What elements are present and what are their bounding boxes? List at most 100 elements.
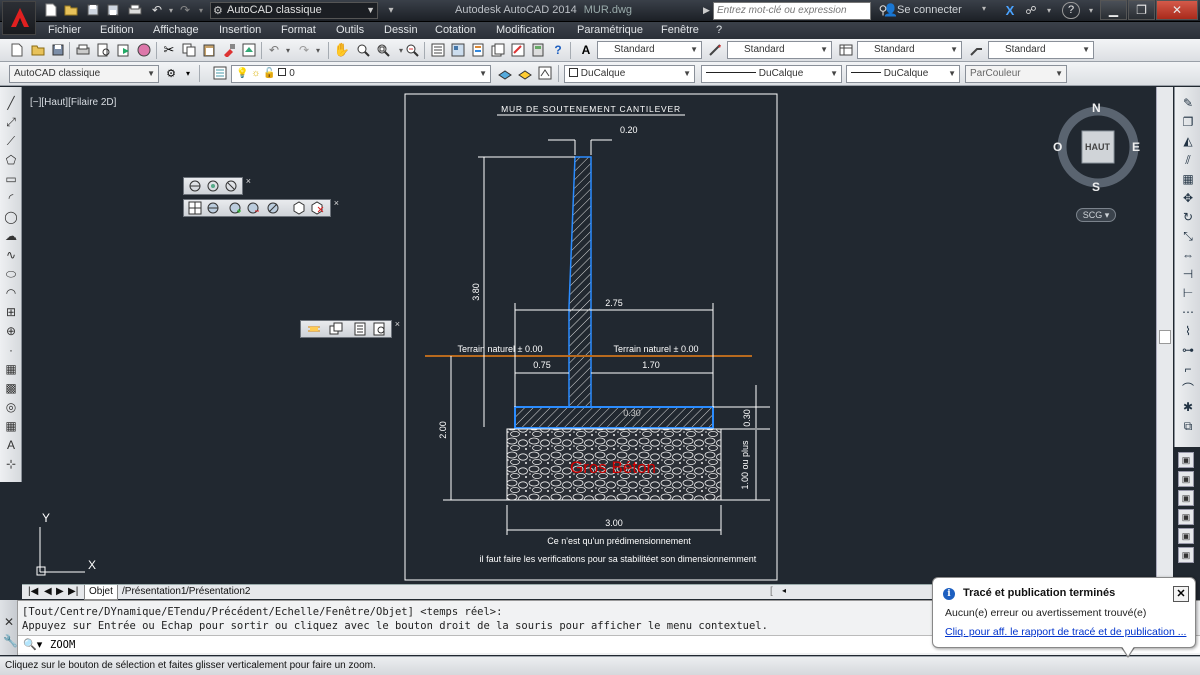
viewport-controls[interactable]: [−][Haut][Filaire 2D] (30, 97, 116, 108)
rotate-icon[interactable]: ↻ (1180, 209, 1196, 225)
list-icon[interactable] (353, 322, 367, 336)
3d-dwf-icon[interactable] (136, 42, 152, 58)
next-tab-icon[interactable]: ▶ (56, 586, 64, 597)
linetype-select[interactable]: DuCalque ▼ (701, 65, 842, 83)
sign-in-dropdown-icon[interactable]: ▾ (982, 4, 986, 13)
redo-dropdown-icon[interactable]: ▾ (194, 3, 208, 17)
prev-tab-icon[interactable]: ◀ (44, 586, 52, 597)
join-icon[interactable]: ⊶ (1180, 342, 1196, 358)
close-button[interactable]: ✕ (1156, 0, 1198, 20)
scrollbar-thumb[interactable] (1159, 330, 1171, 344)
no-globe-icon[interactable] (266, 201, 280, 215)
break-at-point-icon[interactable]: ⋯ (1180, 304, 1196, 320)
vertical-scrollbar[interactable] (1156, 87, 1173, 584)
undo-dropdown-icon[interactable]: ▾ (280, 42, 296, 58)
plotstyle-select[interactable]: ParCouleur ▼ (965, 65, 1067, 83)
new-file-icon[interactable] (9, 42, 25, 58)
workspace-select[interactable]: AutoCAD classique ▼ (9, 65, 159, 83)
layer-properties-icon[interactable] (212, 65, 228, 81)
tab-presentation2[interactable]: /Présentation2 (186, 586, 251, 597)
view-icon-3[interactable]: ▣ (1178, 490, 1194, 506)
zoom-previous-icon[interactable] (404, 42, 420, 58)
undo-icon[interactable]: ↶ (150, 3, 164, 17)
horizontal-scroll-thumb[interactable]: [ (770, 586, 773, 597)
menu-outils[interactable]: Outils (336, 24, 364, 36)
sheet-set-icon[interactable] (490, 42, 506, 58)
last-tab-icon[interactable]: ▶| (68, 586, 78, 597)
free-orbit-icon[interactable] (206, 179, 220, 193)
viewcube-south[interactable]: S (1092, 180, 1100, 194)
search-expand-icon[interactable]: ▶ (703, 5, 710, 16)
hatch-icon[interactable]: ▦ (3, 361, 19, 377)
application-menu-button[interactable] (2, 1, 36, 35)
tab-objet[interactable]: Objet (84, 585, 118, 600)
constrained-orbit-icon[interactable] (188, 179, 202, 193)
circle-icon[interactable]: ◯ (3, 209, 19, 225)
line-icon[interactable]: ╱ (3, 95, 19, 111)
command-line-handle[interactable]: ✕ 🔧 (0, 600, 18, 655)
menu-format[interactable]: Format (281, 24, 316, 36)
continuous-orbit-icon[interactable] (224, 179, 238, 193)
trim-icon[interactable]: ⊣ (1180, 266, 1196, 282)
menu-dessin[interactable]: Dessin (384, 24, 418, 36)
help-icon[interactable]: ? (1062, 2, 1080, 19)
menu-help[interactable]: ? (716, 24, 722, 36)
ellipse-icon[interactable]: ⬭ (3, 266, 19, 282)
plot-icon[interactable] (75, 42, 91, 58)
redo-dropdown-icon[interactable]: ▾ (310, 42, 326, 58)
insert-block-icon[interactable]: ⊞ (3, 304, 19, 320)
dimension-icon[interactable] (307, 322, 321, 336)
print-icon[interactable] (128, 3, 142, 17)
revision-cloud-icon[interactable]: ☁ (3, 228, 19, 244)
multiline-text-icon[interactable]: A (3, 437, 19, 453)
properties-icon[interactable] (430, 42, 446, 58)
viewcube-face-top[interactable]: HAUT (1085, 142, 1110, 152)
draw-order-icon[interactable]: ⧉ (1180, 418, 1196, 434)
menu-edition[interactable]: Edition (100, 24, 134, 36)
dim-style-icon[interactable] (708, 42, 724, 58)
stay-connected-dropdown-icon[interactable]: ▾ (1042, 3, 1056, 17)
cube-delete-icon[interactable] (310, 201, 324, 215)
copy-object-icon[interactable]: ❐ (1180, 114, 1196, 130)
gradient-icon[interactable]: ▩ (3, 380, 19, 396)
save-icon[interactable] (86, 3, 100, 17)
first-tab-icon[interactable]: |◀ (28, 586, 38, 597)
extend-icon[interactable]: ⊢ (1180, 285, 1196, 301)
polygon-icon[interactable]: ⬠ (3, 152, 19, 168)
region-icon[interactable]: ◎ (3, 399, 19, 415)
publish-icon[interactable] (116, 42, 132, 58)
layer-previous-icon[interactable] (517, 65, 533, 81)
add-selected-icon[interactable]: ⊹ (3, 456, 19, 472)
block-editor-icon[interactable] (241, 42, 257, 58)
dim-style-select[interactable]: Standard ▼ (727, 41, 832, 59)
table-style-select[interactable]: Standard ▼ (857, 41, 962, 59)
workspace-dropdown-icon[interactable]: ▾ (180, 65, 196, 81)
stack-icon[interactable] (329, 322, 343, 336)
command-text[interactable]: ZOOM (50, 639, 75, 651)
viewcube[interactable]: N S E O HAUT (1053, 100, 1140, 194)
menu-cotation[interactable]: Cotation (435, 24, 476, 36)
spline-icon[interactable]: ∿ (3, 247, 19, 263)
maximize-button[interactable]: ❐ (1128, 0, 1155, 20)
text-style-select[interactable]: Standard ▼ (597, 41, 702, 59)
erase-icon[interactable]: ✎ (1180, 95, 1196, 111)
text-style-icon[interactable]: A (578, 42, 594, 58)
fillet-icon[interactable]: ⌒ (1180, 380, 1196, 396)
array-icon[interactable]: ▦ (1180, 171, 1196, 187)
chamfer-icon[interactable]: ⌐ (1180, 361, 1196, 377)
customize-quick-access-icon[interactable]: ▾ (384, 3, 398, 17)
workspace-dropdown[interactable]: ⚙ AutoCAD classique ▼ (210, 2, 378, 19)
stay-connected-icon[interactable]: ☍ (1024, 3, 1038, 17)
minimize-button[interactable]: ▁ (1100, 0, 1127, 20)
table-style-icon[interactable] (838, 42, 854, 58)
view-icon-2[interactable]: ▣ (1178, 471, 1194, 487)
wrench-icon[interactable]: 🔧 (3, 634, 18, 648)
close-icon[interactable]: × (334, 198, 339, 208)
rectangle-icon[interactable]: ▭ (3, 171, 19, 187)
markup-set-icon[interactable] (510, 42, 526, 58)
quickcalc-icon[interactable] (530, 42, 546, 58)
close-icon[interactable]: × (395, 319, 400, 329)
open-folder-icon[interactable] (64, 3, 78, 17)
offset-icon[interactable]: ⫽ (1180, 152, 1196, 168)
exchange-icon[interactable]: X (1003, 3, 1017, 18)
